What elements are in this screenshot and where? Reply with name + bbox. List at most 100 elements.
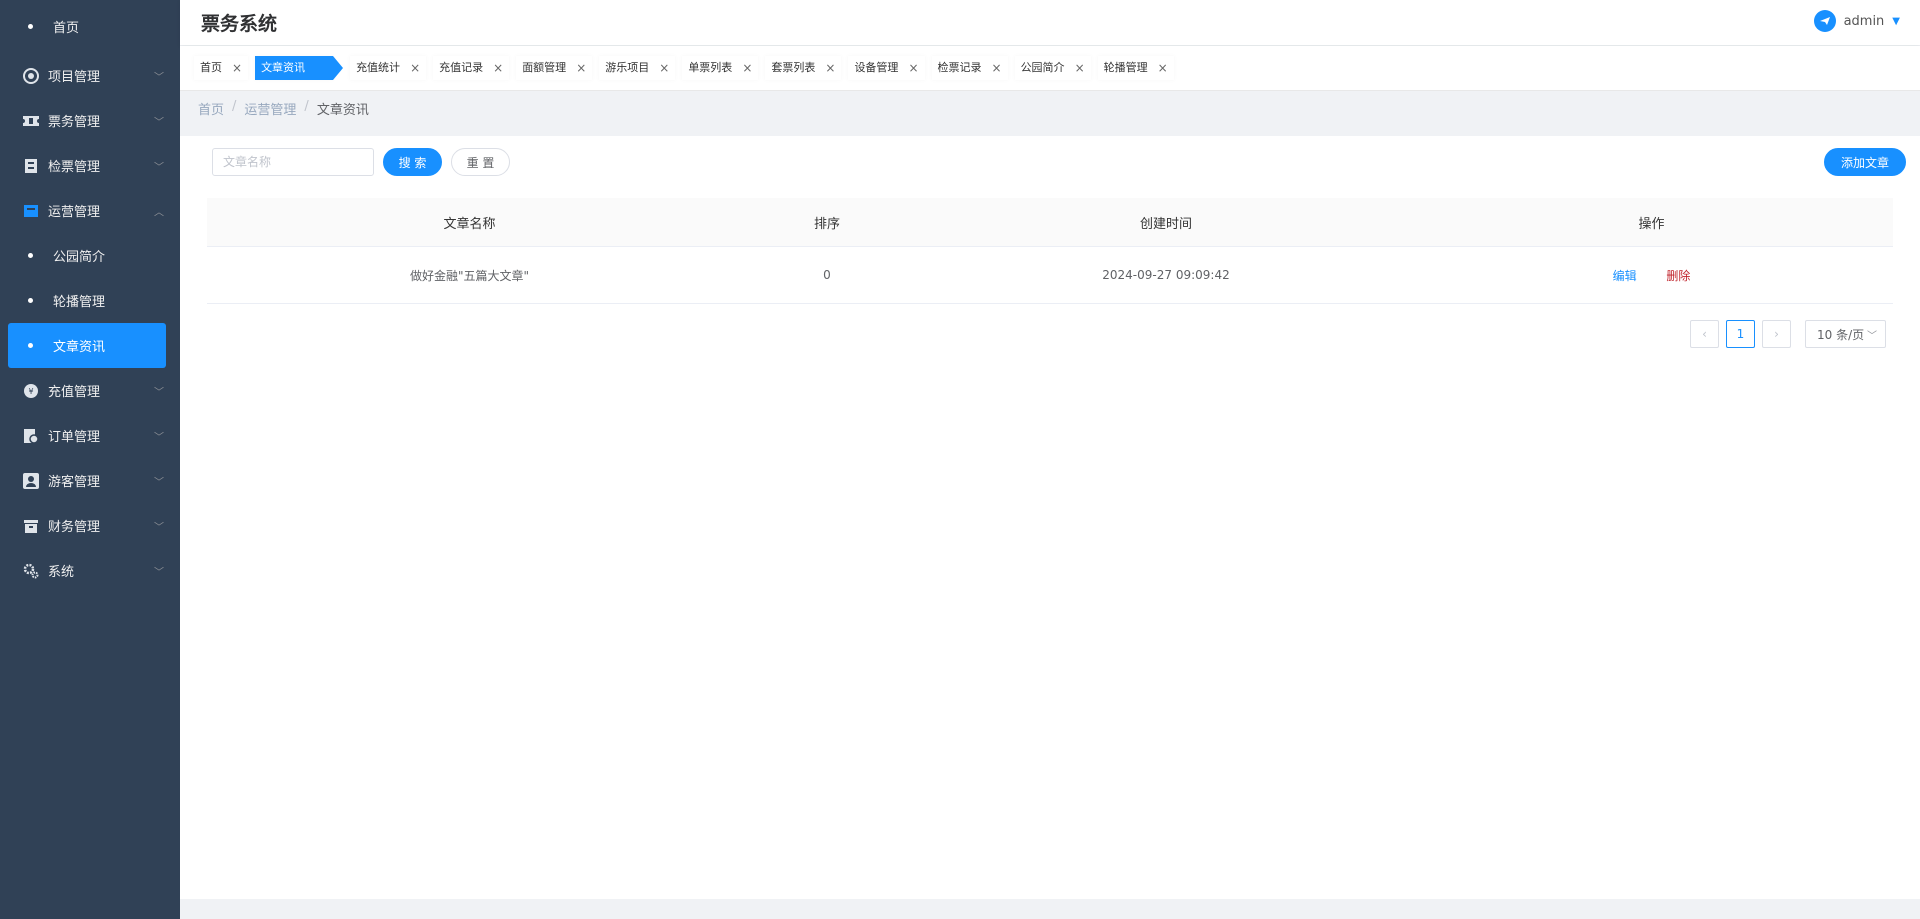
page-number-button[interactable]: 1	[1726, 320, 1755, 348]
tag-recharge-stats[interactable]: 充值统计 ×	[350, 56, 427, 80]
close-icon[interactable]: ×	[576, 56, 586, 80]
sidebar-item-label: 财务管理	[48, 520, 101, 535]
breadcrumb-separator: /	[304, 99, 309, 114]
tags-view-bar: 首页 × 文章资讯 充值统计 × 充值记录 × 面额管理 × 游乐项目 × 单票列表 × 套…	[180, 46, 1920, 91]
delete-link[interactable]: 删除	[1666, 267, 1690, 284]
tag-carousel[interactable]: 轮播管理 ×	[1097, 56, 1174, 80]
tag-package-tickets[interactable]: 套票列表 ×	[765, 56, 842, 80]
tag-park-intro[interactable]: 公园简介 ×	[1014, 56, 1091, 80]
next-page-button[interactable]: ›	[1762, 320, 1791, 348]
tag-label: 套票列表	[771, 61, 816, 74]
top-header: 票务系统 admin ▼	[180, 0, 1920, 45]
user-menu[interactable]: admin ▼	[1813, 10, 1900, 32]
sidebar-item-ticket[interactable]: 票务管理 ﹀	[0, 98, 180, 143]
sidebar-item-label: 运营管理	[48, 205, 101, 220]
sidebar-item-check-ticket[interactable]: 检票管理 ﹀	[0, 143, 180, 188]
bullet-icon	[28, 343, 33, 348]
sidebar: 首页 项目管理 ﹀ 票务管理 ﹀ 检票管理 ﹀ 运营管理 ︿ 公园简介 轮播管理	[0, 0, 180, 919]
tag-label: 公园简介	[1020, 61, 1065, 74]
reset-button[interactable]: 重 置	[451, 148, 510, 176]
close-icon[interactable]: ×	[742, 56, 752, 80]
sidebar-item-label: 票务管理	[48, 115, 101, 130]
chevron-down-icon: ﹀	[154, 162, 164, 173]
sidebar-item-label: 轮播管理	[53, 295, 106, 310]
chevron-down-icon: ﹀	[154, 387, 164, 398]
tag-label: 设备管理	[854, 61, 899, 74]
sidebar-item-home[interactable]: 首页	[0, 0, 180, 53]
cell-order: 0	[823, 268, 831, 282]
tag-label: 检票记录	[937, 61, 982, 74]
close-icon[interactable]: ×	[493, 56, 503, 80]
order-icon	[22, 427, 40, 445]
sidebar-item-label: 项目管理	[48, 70, 101, 85]
sidebar-item-label: 首页	[53, 21, 80, 36]
tag-single-tickets[interactable]: 单票列表 ×	[682, 56, 759, 80]
sidebar-item-articles[interactable]: 文章资讯	[8, 323, 166, 368]
main-panel: 搜 索 重 置 添加文章 文章名称 排序 创建时间 操作 做好金融"五篇大文章"…	[180, 136, 1920, 899]
sidebar-item-order[interactable]: 订单管理 ﹀	[0, 413, 180, 458]
edit-link[interactable]: 编辑	[1613, 267, 1637, 284]
bullet-icon	[28, 253, 33, 258]
chevron-down-icon: ﹀	[154, 567, 164, 578]
column-header: 排序	[813, 216, 840, 232]
chevron-up-icon: ︿	[154, 207, 164, 218]
bullet-icon	[28, 298, 33, 303]
table-row: 做好金融"五篇大文章" 0 2024-09-27 09:09:42 编辑 删除	[207, 247, 1893, 304]
sidebar-item-system[interactable]: 系统 ﹀	[0, 548, 180, 593]
sidebar-item-park-intro[interactable]: 公园简介	[0, 233, 180, 278]
chevron-down-icon: ﹀	[154, 432, 164, 443]
tag-label: 面额管理	[522, 61, 567, 74]
tag-recharge-records[interactable]: 充值记录 ×	[433, 56, 510, 80]
sidebar-item-label: 游客管理	[48, 475, 101, 490]
close-icon[interactable]: ×	[825, 56, 835, 80]
sidebar-item-label: 系统	[48, 565, 75, 580]
sidebar-item-operation[interactable]: 运营管理 ︿	[0, 188, 180, 233]
page-size-select[interactable]: 10 条/页 ﹀	[1805, 320, 1886, 348]
breadcrumb-item[interactable]: 运营管理	[244, 99, 296, 118]
user-name: admin	[1843, 13, 1885, 29]
finance-icon	[22, 517, 40, 535]
recharge-icon: ¥	[22, 382, 40, 400]
ticket-icon	[22, 112, 40, 130]
tag-label: 文章资讯	[261, 61, 306, 74]
close-icon[interactable]: ×	[232, 56, 242, 80]
article-name-input[interactable]	[212, 148, 374, 176]
check-ticket-icon	[22, 157, 40, 175]
close-icon[interactable]: ×	[1075, 56, 1085, 80]
close-icon[interactable]: ×	[992, 56, 1002, 80]
prev-page-button[interactable]: ‹	[1690, 320, 1719, 348]
add-article-button[interactable]: 添加文章	[1824, 148, 1906, 176]
breadcrumb-separator: /	[232, 99, 237, 114]
close-icon[interactable]: ×	[908, 56, 918, 80]
operation-icon	[22, 202, 40, 220]
breadcrumb-item[interactable]: 首页	[198, 99, 224, 118]
sidebar-item-visitor[interactable]: 游客管理 ﹀	[0, 458, 180, 503]
sidebar-item-carousel[interactable]: 轮播管理	[0, 278, 180, 323]
tag-articles[interactable]: 文章资讯	[255, 56, 344, 80]
sidebar-item-finance[interactable]: 财务管理 ﹀	[0, 503, 180, 548]
visitor-icon	[22, 472, 40, 490]
tag-rides[interactable]: 游乐项目 ×	[599, 56, 676, 80]
tag-denomination[interactable]: 面额管理 ×	[516, 56, 593, 80]
chevron-down-icon: ﹀	[154, 522, 164, 533]
breadcrumb-current: 文章资讯	[316, 103, 369, 118]
page-size-value: 10 条/页	[1817, 327, 1865, 342]
column-header: 操作	[1638, 216, 1665, 232]
chevron-left-icon: ‹	[1702, 327, 1707, 341]
sidebar-item-label: 检票管理	[48, 160, 101, 175]
sidebar-item-label: 文章资讯	[53, 340, 106, 355]
tag-home[interactable]: 首页 ×	[194, 56, 249, 80]
close-icon[interactable]: ×	[659, 56, 669, 80]
tag-label: 单票列表	[688, 61, 733, 74]
sidebar-item-recharge[interactable]: ¥ 充值管理 ﹀	[0, 368, 180, 413]
tag-devices[interactable]: 设备管理 ×	[848, 56, 925, 80]
sidebar-item-project[interactable]: 项目管理 ﹀	[0, 53, 180, 98]
tag-label: 首页	[200, 61, 222, 74]
close-icon[interactable]: ×	[410, 56, 420, 80]
tag-check-records[interactable]: 检票记录 ×	[931, 56, 1008, 80]
app-title: 票务系统	[201, 13, 278, 35]
system-gear-icon	[22, 562, 40, 580]
cell-article-name: 做好金融"五篇大文章"	[409, 268, 530, 283]
search-button[interactable]: 搜 索	[383, 148, 442, 176]
close-icon[interactable]: ×	[1158, 56, 1168, 80]
